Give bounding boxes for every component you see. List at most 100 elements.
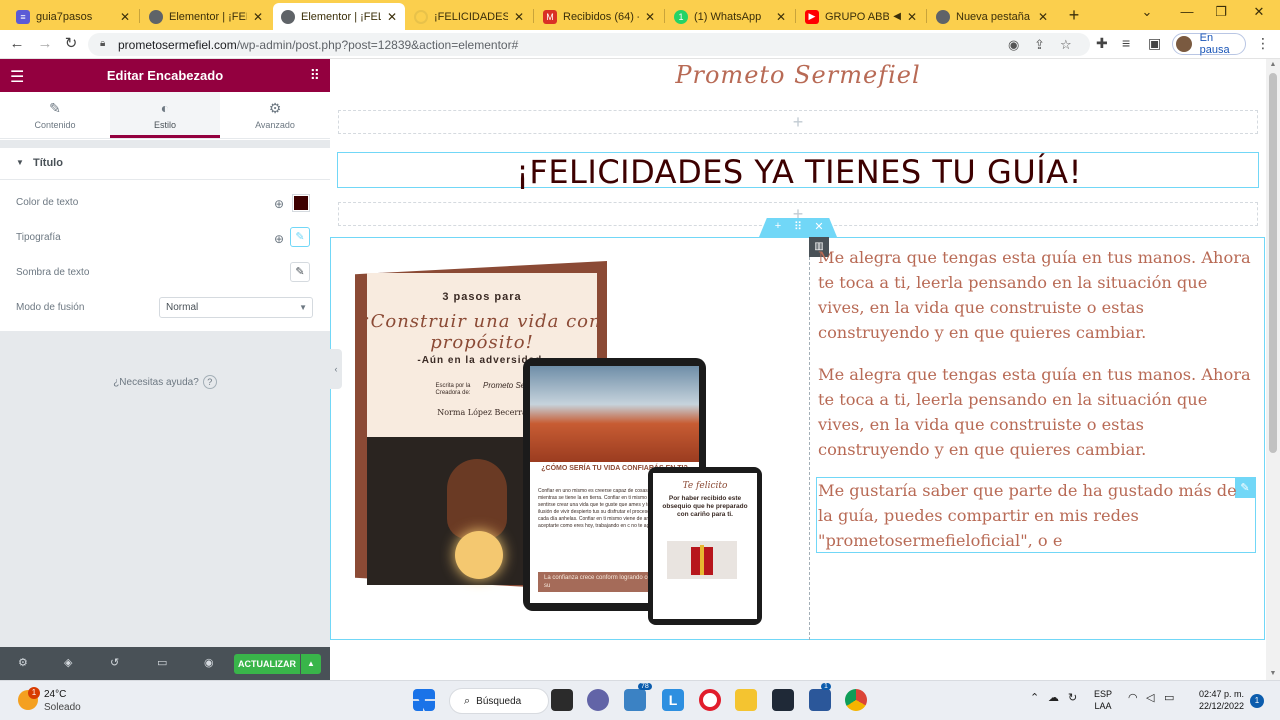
browser-tab[interactable]: Elementor | ¡FELIC ✕ [141,3,271,30]
minimize-button[interactable]: — [1176,4,1198,19]
eye-icon[interactable]: ◉ [1008,37,1019,53]
scroll-down-arrow-icon[interactable]: ▼ [1266,668,1280,680]
task-view-icon[interactable] [551,689,573,711]
tab-contenido[interactable]: ✎ Contenido [0,92,110,138]
widgets-grid-icon[interactable]: ⠿ [310,67,320,84]
text-paragraph[interactable]: Me gustaría saber que parte de ha gustad… [818,478,1238,553]
close-tab-icon[interactable]: ✕ [645,10,655,24]
browser-tab[interactable]: ▶ GRUPO ABBA ◀ ✕ [797,3,925,30]
add-section-zone[interactable]: + [338,110,1258,134]
close-tab-icon[interactable]: ✕ [1038,10,1048,24]
screen-app-icon[interactable] [772,689,794,711]
file-explorer-icon[interactable] [735,689,757,711]
profile-button[interactable]: En pausa [1172,32,1246,56]
reload-button[interactable]: ↻ [62,35,80,53]
new-tab-button[interactable]: + [1064,5,1084,25]
text-paragraph[interactable]: Me alegra que tengas esta guía en tus ma… [818,245,1254,345]
windows-start-icon[interactable] [413,689,435,711]
maximize-button[interactable]: ❐ [1210,4,1232,20]
drag-section-icon[interactable]: ⠿ [791,220,805,233]
tab-search-icon[interactable]: ⌄ [1136,4,1158,20]
scroll-up-arrow-icon[interactable]: ▲ [1266,59,1280,71]
add-section-icon[interactable]: + [771,220,785,232]
tab-title: ¡FELICIDADES! - F [434,10,508,23]
responsive-mode-icon[interactable]: ▭ [157,656,167,669]
lock-icon[interactable]: 🔒︎ [100,38,105,49]
show-hidden-icons[interactable]: ⌃ [1030,691,1039,704]
opera-icon[interactable] [699,689,721,711]
navigator-layers-icon[interactable]: ◈ [64,656,72,669]
page-scrollbar[interactable]: ▲ ▼ [1266,59,1280,680]
section-handle[interactable]: + ⠿ ✕ [759,218,837,237]
book-title: ¡Construir una vida con propósito! [362,311,602,353]
update-button[interactable]: ACTUALIZAR [234,654,300,674]
global-colors-icon[interactable]: ⊕ [269,194,289,214]
text-paragraph[interactable]: Me alegra que tengas esta guía en tus ma… [818,362,1254,462]
panel-footer: ⚙ ◈ ↺ ▭ ◉ ACTUALIZAR ▲ [0,647,330,680]
globe-favicon-icon [149,9,163,24]
battery-icon[interactable]: ▭ [1164,691,1174,704]
edit-widget-icon[interactable]: ✎ [1235,478,1255,498]
share-icon[interactable]: ⇪ [1034,37,1045,53]
close-tab-icon[interactable]: ✕ [387,10,397,24]
browser-tab[interactable]: Nueva pestaña ✕ [928,3,1056,30]
collapse-panel-button[interactable]: ‹ [330,349,342,389]
browser-tab[interactable]: ¡FELICIDADES! - F ✕ [406,3,532,30]
taskbar-search[interactable]: ⌕ Búsqueda [449,688,549,714]
tab-estilo[interactable]: ◐ Estilo [110,92,220,138]
chrome-icon[interactable] [845,689,867,711]
scrollbar-thumb[interactable] [1269,73,1277,453]
browser-tab[interactable]: M Recibidos (64) - n ✕ [535,3,663,30]
update-options-button[interactable]: ▲ [301,654,321,674]
input-language[interactable]: ESP LAA [1094,688,1112,712]
wifi-icon[interactable]: ◠ [1128,691,1138,704]
volume-icon[interactable]: ◁ [1146,691,1154,704]
typography-edit-icon[interactable]: ✎ [290,227,310,247]
close-tab-icon[interactable]: ✕ [253,10,263,24]
section-title: Título [33,157,63,169]
color-swatch[interactable] [292,194,310,212]
history-icon[interactable]: ↺ [110,656,119,669]
close-tab-icon[interactable]: ✕ [776,10,786,24]
close-tab-icon[interactable]: ✕ [120,10,130,24]
settings-icon[interactable]: ⚙ [18,656,28,669]
teams-chat-icon[interactable] [587,689,609,711]
global-fonts-icon[interactable]: ⊕ [269,229,289,249]
panel-tabs: ✎ Contenido ◐ Estilo ⚙ Avanzado [0,92,330,139]
heading-widget[interactable]: ¡FELICIDADES YA TIENES TU GUÍA! [337,152,1259,191]
help-link[interactable]: ¿Necesitas ayuda?? [0,375,330,389]
close-tab-icon[interactable]: ✕ [514,10,524,24]
browser-tab[interactable]: ≡ guia7pasos ✕ [8,3,138,30]
browser-tab[interactable]: 1 (1) WhatsApp ✕ [666,3,794,30]
site-logo[interactable]: Prometo Sermefiel [330,61,1266,89]
mail-app-icon[interactable]: 78 [624,683,652,711]
media-control-icon[interactable]: ≡ [1122,35,1130,51]
chevron-down-icon: ▼ [299,303,307,312]
back-button[interactable]: ← [8,35,26,53]
tab-title: guia7pasos [36,10,93,23]
teams-icon[interactable]: 1 [809,683,831,711]
bookmark-star-icon[interactable]: ☆ [1060,37,1072,53]
shadow-edit-icon[interactable]: ✎ [290,262,310,282]
close-window-button[interactable]: ✕ [1248,4,1270,20]
system-clock[interactable]: 02:47 p. m. 22/12/2022 [1192,688,1244,712]
speaker-icon[interactable]: ◀ [893,11,901,22]
notification-badge[interactable]: 1 [1250,694,1264,708]
onedrive-icon[interactable]: ☁ [1048,691,1059,704]
l-app-icon[interactable]: L [662,689,684,711]
tab-avanzado[interactable]: ⚙ Avanzado [220,92,330,138]
panel-header: ☰ Editar Encabezado ⠿ [0,59,330,92]
browser-tab-active[interactable]: Elementor | ¡FELIC ✕ [273,3,405,30]
preview-eye-icon[interactable]: ◉ [204,656,214,669]
blend-mode-select[interactable]: Normal ▼ [159,297,313,318]
extensions-icon[interactable]: ✚ [1096,35,1108,52]
sync-icon[interactable]: ↻ [1068,691,1077,704]
avatar [1176,36,1192,52]
close-tab-icon[interactable]: ✕ [907,10,917,24]
side-panel-icon[interactable]: ▣ [1148,35,1161,52]
menu-icon[interactable]: ⋮ [1256,35,1270,52]
section-toggle-titulo[interactable]: ▼ Título [0,148,330,180]
address-bar[interactable]: 🔒︎ prometosermefiel.com/wp-admin/post.ph… [88,33,1090,56]
delete-section-icon[interactable]: ✕ [812,220,826,233]
forward-button[interactable]: → [36,35,54,53]
